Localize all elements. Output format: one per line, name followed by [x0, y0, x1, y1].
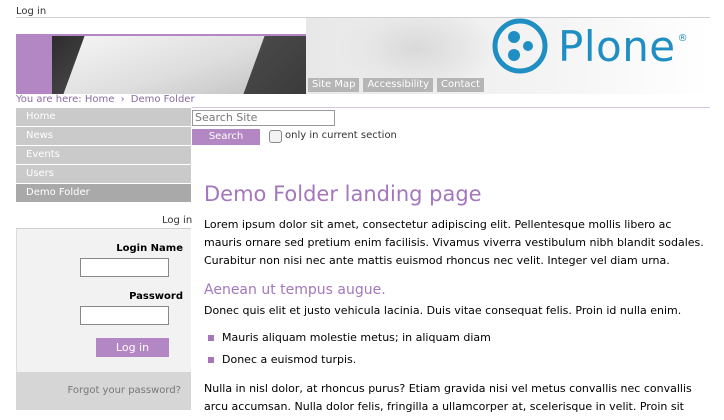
search-input[interactable]: Search Site	[192, 110, 335, 126]
top-login-link[interactable]: Log in	[16, 6, 46, 17]
site-action-contact[interactable]: Contact	[437, 78, 484, 92]
current-section-checkbox[interactable]	[269, 130, 282, 143]
current-section-label: only in current section	[285, 130, 397, 141]
logo-text: Plone	[558, 21, 676, 71]
site-actions: Site Map Accessibility Contact	[308, 78, 484, 92]
search-divider	[192, 107, 710, 108]
plone-logo[interactable]: Plone ®	[492, 18, 688, 74]
password-field[interactable]	[80, 306, 169, 325]
password-label: Password	[129, 291, 183, 302]
login-portlet: Login Name Password Log in	[16, 229, 191, 372]
section-heading: Aenean ut tempus augue.	[204, 282, 386, 298]
breadcrumb-current: Demo Folder	[130, 94, 195, 105]
paragraph-2: Donec quis elit et justo vehicula lacini…	[204, 304, 682, 317]
registered-mark: ®	[677, 32, 688, 44]
banner-paper-image	[63, 36, 265, 94]
login-name-field[interactable]	[80, 258, 169, 277]
list-item: Mauris aliquam molestie metus; in aliqua…	[204, 330, 704, 352]
login-button[interactable]: Log in	[96, 338, 169, 357]
forgot-password-link[interactable]: Forgot your password?	[16, 372, 191, 410]
nav-item-events[interactable]: Events	[16, 146, 191, 165]
breadcrumb: You are here: Home › Demo Folder	[16, 94, 195, 105]
intro-paragraph: Lorem ipsum dolor sit amet, consectetur …	[204, 218, 704, 267]
breadcrumb-separator: ›	[120, 94, 125, 105]
breadcrumb-prefix: You are here:	[16, 94, 82, 105]
login-name-label: Login Name	[116, 243, 183, 254]
main-content: Demo Folder landing page Lorem ipsum dol…	[204, 182, 704, 416]
bullet-list: Mauris aliquam molestie metus; in aliqua…	[204, 330, 704, 374]
nav-item-users[interactable]: Users	[16, 165, 191, 184]
page-title: Demo Folder landing page	[204, 182, 482, 206]
list-item: Donec a euismod turpis.	[204, 352, 704, 374]
breadcrumb-home[interactable]: Home	[85, 94, 115, 105]
login-portlet-header-link[interactable]: Log in	[162, 215, 192, 226]
navigation-portlet: Home News Events Users Demo Folder	[16, 108, 191, 203]
nav-item-news[interactable]: News	[16, 127, 191, 146]
paragraph-3: Nulla in nisl dolor, at rhoncus purus? E…	[204, 382, 692, 413]
nav-item-home[interactable]: Home	[16, 108, 191, 127]
site-action-sitemap[interactable]: Site Map	[308, 78, 360, 92]
search-button[interactable]: Search	[192, 129, 260, 145]
site-action-accessibility[interactable]: Accessibility	[363, 78, 434, 92]
plone-logo-icon	[492, 18, 548, 74]
nav-item-demo-folder[interactable]: Demo Folder	[16, 184, 191, 203]
